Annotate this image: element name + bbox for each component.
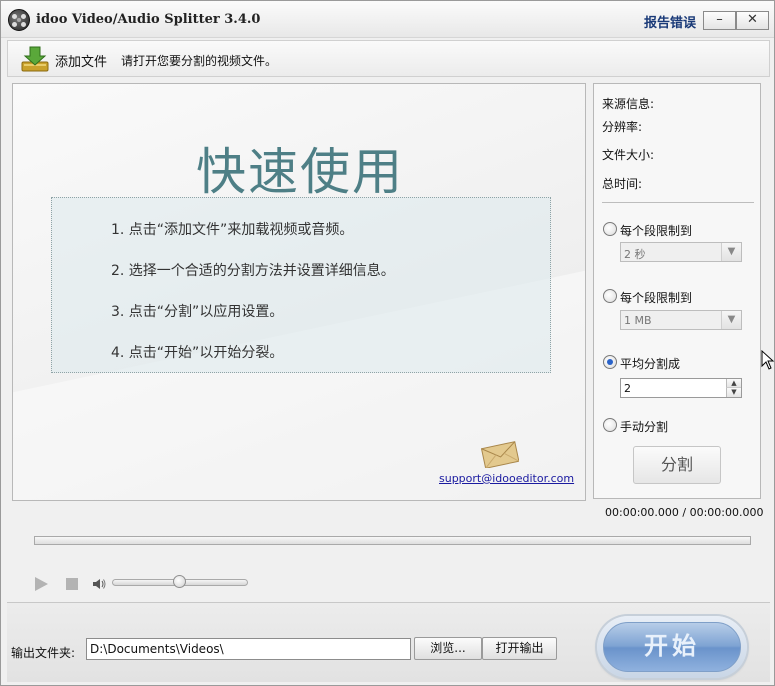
- minimize-button[interactable]: –: [703, 11, 736, 30]
- output-folder-label: 输出文件夹:: [11, 646, 76, 660]
- split-by-time-radio[interactable]: [603, 222, 617, 236]
- start-button[interactable]: 开始: [597, 616, 747, 678]
- play-icon[interactable]: [35, 577, 48, 591]
- envelope-icon[interactable]: [481, 440, 519, 468]
- output-folder-input[interactable]: [86, 638, 411, 660]
- toolbar-hint: 请打开您要分割的视频文件。: [121, 54, 278, 68]
- seek-bar[interactable]: [34, 536, 751, 545]
- stepper-down-icon[interactable]: ▼: [726, 388, 741, 397]
- split-by-size-radio[interactable]: [603, 289, 617, 303]
- title-bar[interactable]: idoo Video/Audio Splitter 3.4.0 报告错误 – ✕: [1, 1, 774, 38]
- support-email-link[interactable]: support@idooeditor.com: [439, 472, 574, 485]
- open-output-button[interactable]: 打开输出: [482, 637, 557, 660]
- split-by-size-label: 每个段限制到: [620, 291, 693, 305]
- chevron-down-icon[interactable]: ▼: [721, 311, 741, 329]
- add-file-button[interactable]: 添加文件: [20, 44, 115, 74]
- split-manual-label: 手动分割: [620, 420, 669, 434]
- start-button-label: 开始: [603, 622, 741, 672]
- split-by-time-select[interactable]: 2 秒 ▼: [620, 242, 742, 262]
- chevron-down-icon[interactable]: ▼: [721, 243, 741, 261]
- stepper-up-icon[interactable]: ▲: [726, 379, 741, 388]
- output-bar: 输出文件夹: 浏览... 打开输出 开始: [7, 602, 770, 682]
- mouse-cursor-icon: [761, 350, 775, 370]
- film-reel-icon: [8, 9, 30, 31]
- split-by-size-value: 1 MB: [624, 314, 652, 327]
- volume-slider[interactable]: [112, 575, 248, 588]
- toolbar: 添加文件 请打开您要分割的视频文件。: [7, 40, 770, 77]
- report-error-link[interactable]: 报告错误: [644, 12, 696, 31]
- split-button[interactable]: 分割: [633, 446, 721, 484]
- source-info-label: 来源信息:: [602, 97, 655, 111]
- app-window: idoo Video/Audio Splitter 3.4.0 报告错误 – ✕…: [0, 0, 775, 686]
- step-3: 3. 点击“分割”以应用设置。: [111, 304, 284, 320]
- time-readout: 00:00:00.000 / 00:00:00.000: [605, 506, 764, 519]
- split-average-label: 平均分割成: [620, 357, 681, 371]
- close-button[interactable]: ✕: [736, 11, 769, 30]
- split-settings-panel: 来源信息: 分辨率: 文件大小: 总时间: 每个段限制到 2 秒 ▼ 每个段限制…: [593, 83, 761, 499]
- stop-icon[interactable]: [66, 578, 78, 590]
- speaker-icon[interactable]: [92, 577, 106, 591]
- browse-button[interactable]: 浏览...: [414, 637, 482, 660]
- split-average-stepper[interactable]: 2 ▲ ▼: [620, 378, 742, 398]
- window-title: idoo Video/Audio Splitter 3.4.0: [36, 12, 261, 27]
- file-size-label: 文件大小:: [602, 148, 655, 162]
- split-average-radio[interactable]: [603, 355, 617, 369]
- quick-start-title: 快速使用: [196, 143, 404, 201]
- split-by-time-label: 每个段限制到: [620, 224, 693, 238]
- steps-box: 1. 点击“添加文件”来加载视频或音频。 2. 选择一个合适的分割方法并设置详细…: [51, 197, 551, 373]
- split-by-size-select[interactable]: 1 MB ▼: [620, 310, 742, 330]
- add-file-label: 添加文件: [55, 55, 108, 70]
- volume-slider-thumb[interactable]: [173, 575, 186, 588]
- split-manual-radio[interactable]: [603, 418, 617, 432]
- total-time-label: 总时间:: [602, 177, 643, 191]
- split-average-value: 2: [624, 382, 631, 395]
- step-1: 1. 点击“添加文件”来加载视频或音频。: [111, 222, 354, 238]
- quick-start-panel: 快速使用 1. 点击“添加文件”来加载视频或音频。 2. 选择一个合适的分割方法…: [12, 83, 586, 501]
- divider: [602, 202, 754, 203]
- resolution-label: 分辨率:: [602, 120, 643, 134]
- step-2: 2. 选择一个合适的分割方法并设置详细信息。: [111, 263, 395, 279]
- download-arrow-icon: [21, 46, 49, 72]
- step-4: 4. 点击“开始”以开始分裂。: [111, 345, 284, 361]
- split-by-time-value: 2 秒: [624, 248, 646, 261]
